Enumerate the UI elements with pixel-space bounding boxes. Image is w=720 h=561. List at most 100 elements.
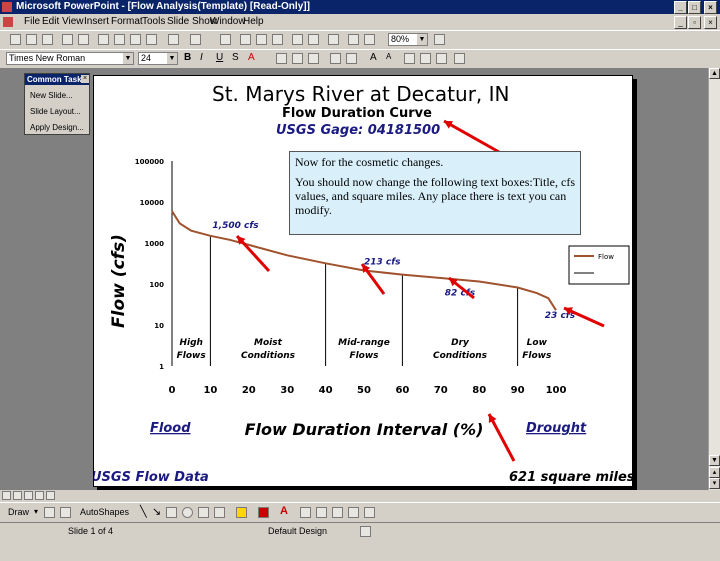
slideshow-icon[interactable] xyxy=(46,491,55,500)
minimize-icon[interactable]: _ xyxy=(674,1,687,14)
normal-view-icon[interactable] xyxy=(2,491,11,500)
task-apply-design[interactable]: Apply Design... xyxy=(30,123,84,132)
maximize-icon[interactable]: □ xyxy=(688,1,701,14)
drought-label: Drought xyxy=(526,421,587,436)
doc-restore-icon[interactable]: ▫ xyxy=(688,16,701,29)
decrease-font-icon[interactable]: A xyxy=(386,52,391,61)
shadow-style-icon[interactable] xyxy=(348,507,359,518)
menu-tools[interactable]: Tools xyxy=(142,16,165,27)
line-style-icon[interactable] xyxy=(300,507,311,518)
hyperlink-icon[interactable] xyxy=(220,34,231,45)
line-color-icon[interactable] xyxy=(258,507,269,518)
previous-slide-icon[interactable]: ▴ xyxy=(709,467,720,478)
paste-icon[interactable] xyxy=(130,34,141,45)
scroll-up-icon[interactable]: ▲ xyxy=(709,68,720,79)
line-tool-icon[interactable]: ╲ xyxy=(140,505,147,518)
y-tick-label: 10 xyxy=(154,322,164,330)
app-icon xyxy=(2,2,12,12)
select-objects-icon[interactable] xyxy=(44,507,55,518)
slide-view-icon[interactable] xyxy=(24,491,33,500)
oval-tool-icon[interactable] xyxy=(182,507,193,518)
bullets-icon[interactable] xyxy=(346,53,357,64)
free-rotate-icon[interactable] xyxy=(60,507,71,518)
redo-icon[interactable] xyxy=(190,34,201,45)
instruction-note[interactable]: Now for the cosmetic changes. You should… xyxy=(289,151,581,235)
task-new-slide[interactable]: New Slide... xyxy=(30,91,73,100)
dash-style-icon[interactable] xyxy=(316,507,327,518)
menu-help[interactable]: Help xyxy=(243,16,264,27)
open-icon[interactable] xyxy=(26,34,37,45)
x-tick-label: 60 xyxy=(395,385,409,396)
spelling-icon[interactable] xyxy=(78,34,89,45)
slide-sorter-icon[interactable] xyxy=(35,491,44,500)
pointer-arrow xyxy=(443,119,500,154)
show-formatting-icon[interactable] xyxy=(308,34,319,45)
align-left-icon[interactable] xyxy=(276,53,287,64)
menu-insert[interactable]: Insert xyxy=(84,16,109,27)
format-painter-icon[interactable] xyxy=(146,34,157,45)
task-slide-layout[interactable]: Slide Layout... xyxy=(30,107,81,116)
numbering-icon[interactable] xyxy=(330,53,341,64)
align-right-icon[interactable] xyxy=(308,53,319,64)
autoshapes-menu[interactable]: AutoShapes xyxy=(80,507,129,517)
font-name-select[interactable]: Times New Roman ▼ xyxy=(6,52,134,65)
doc-minimize-icon[interactable]: _ xyxy=(674,16,687,29)
menu-edit[interactable]: Edit xyxy=(42,16,59,27)
help-icon[interactable] xyxy=(434,34,445,45)
print-icon[interactable] xyxy=(62,34,73,45)
wordart-icon[interactable] xyxy=(214,507,225,518)
outline-view-icon[interactable] xyxy=(13,491,22,500)
expand-all-icon[interactable] xyxy=(292,34,303,45)
grayscale-icon[interactable] xyxy=(328,34,339,45)
doc-close-icon[interactable]: × xyxy=(704,16,717,29)
y-tick-label: 100000 xyxy=(135,158,164,166)
text-color-icon[interactable]: A xyxy=(280,505,288,517)
center-icon[interactable] xyxy=(292,53,303,64)
toolbar-options-icon[interactable] xyxy=(454,53,465,64)
new-slide-icon[interactable] xyxy=(272,34,283,45)
panel-close-icon[interactable]: × xyxy=(81,75,89,83)
scroll-down-icon[interactable]: ▼ xyxy=(709,455,720,466)
copy-icon[interactable] xyxy=(114,34,125,45)
y-tick-label: 1 xyxy=(159,363,164,371)
font-color-icon[interactable]: A xyxy=(248,52,255,63)
insert-table-icon[interactable] xyxy=(348,34,359,45)
3d-style-icon[interactable] xyxy=(364,507,375,518)
save-icon[interactable] xyxy=(42,34,53,45)
new-icon[interactable] xyxy=(10,34,21,45)
vertical-scrollbar[interactable]: ▲ ▼ ▴ ▾ xyxy=(708,68,720,490)
italic-icon[interactable]: I xyxy=(200,52,203,63)
formatting-toolbar: Times New Roman ▼ 24 ▼ B I U S A A A xyxy=(0,49,720,69)
y-tick-label: 1000 xyxy=(145,240,165,248)
text-box-icon[interactable] xyxy=(198,507,209,518)
zone-label-bottom: Conditions xyxy=(241,351,296,361)
zoom-select[interactable]: 80% ▼ xyxy=(388,33,428,46)
fill-color-icon[interactable] xyxy=(236,507,247,518)
x-tick-label: 10 xyxy=(203,385,217,396)
menu-format[interactable]: Format xyxy=(111,16,143,27)
pointer-arrow xyxy=(487,413,516,462)
columns-icon[interactable] xyxy=(364,34,375,45)
draw-menu[interactable]: Draw xyxy=(8,507,29,517)
slide-canvas[interactable]: St. Marys River at Decatur, IN Flow Dura… xyxy=(93,75,634,487)
undo-icon[interactable] xyxy=(168,34,179,45)
increase-font-icon[interactable]: A xyxy=(370,52,377,63)
cut-icon[interactable] xyxy=(98,34,109,45)
animation-effects-icon[interactable] xyxy=(436,53,447,64)
bold-icon[interactable]: B xyxy=(184,52,191,63)
tables-icon[interactable] xyxy=(240,34,251,45)
rectangle-tool-icon[interactable] xyxy=(166,507,177,518)
promote-icon[interactable] xyxy=(404,53,415,64)
shadow-icon[interactable]: S xyxy=(232,52,239,63)
underline-icon[interactable]: U xyxy=(216,52,223,63)
menu-window[interactable]: Window xyxy=(210,16,246,27)
close-icon[interactable]: × xyxy=(704,1,717,14)
menu-view[interactable]: View xyxy=(62,16,84,27)
font-size-select[interactable]: 24 ▼ xyxy=(138,52,178,65)
arrow-tool-icon[interactable]: ↘ xyxy=(152,505,161,518)
arrow-style-icon[interactable] xyxy=(332,507,343,518)
insert-chart-icon[interactable] xyxy=(256,34,267,45)
demote-icon[interactable] xyxy=(420,53,431,64)
next-slide-icon[interactable]: ▾ xyxy=(709,478,720,489)
menu-file[interactable]: File xyxy=(24,16,40,27)
